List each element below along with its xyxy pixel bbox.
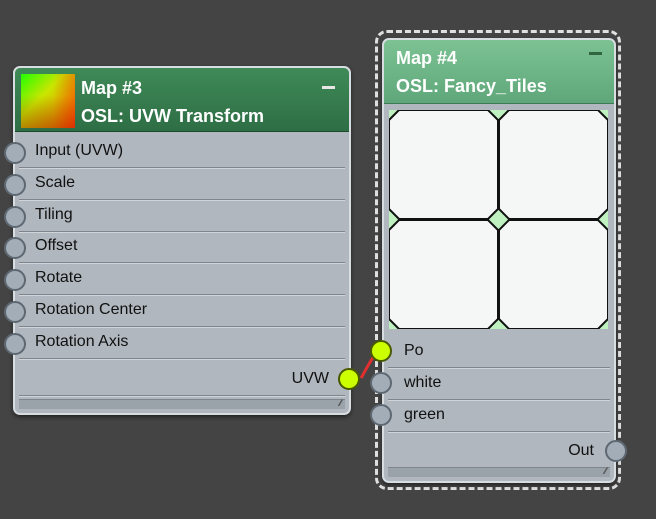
socket-po[interactable] <box>370 340 392 362</box>
socket-output-out[interactable] <box>605 440 627 462</box>
socket-green[interactable] <box>370 404 392 426</box>
connection-wire <box>359 350 380 379</box>
socket-white[interactable] <box>370 372 392 394</box>
